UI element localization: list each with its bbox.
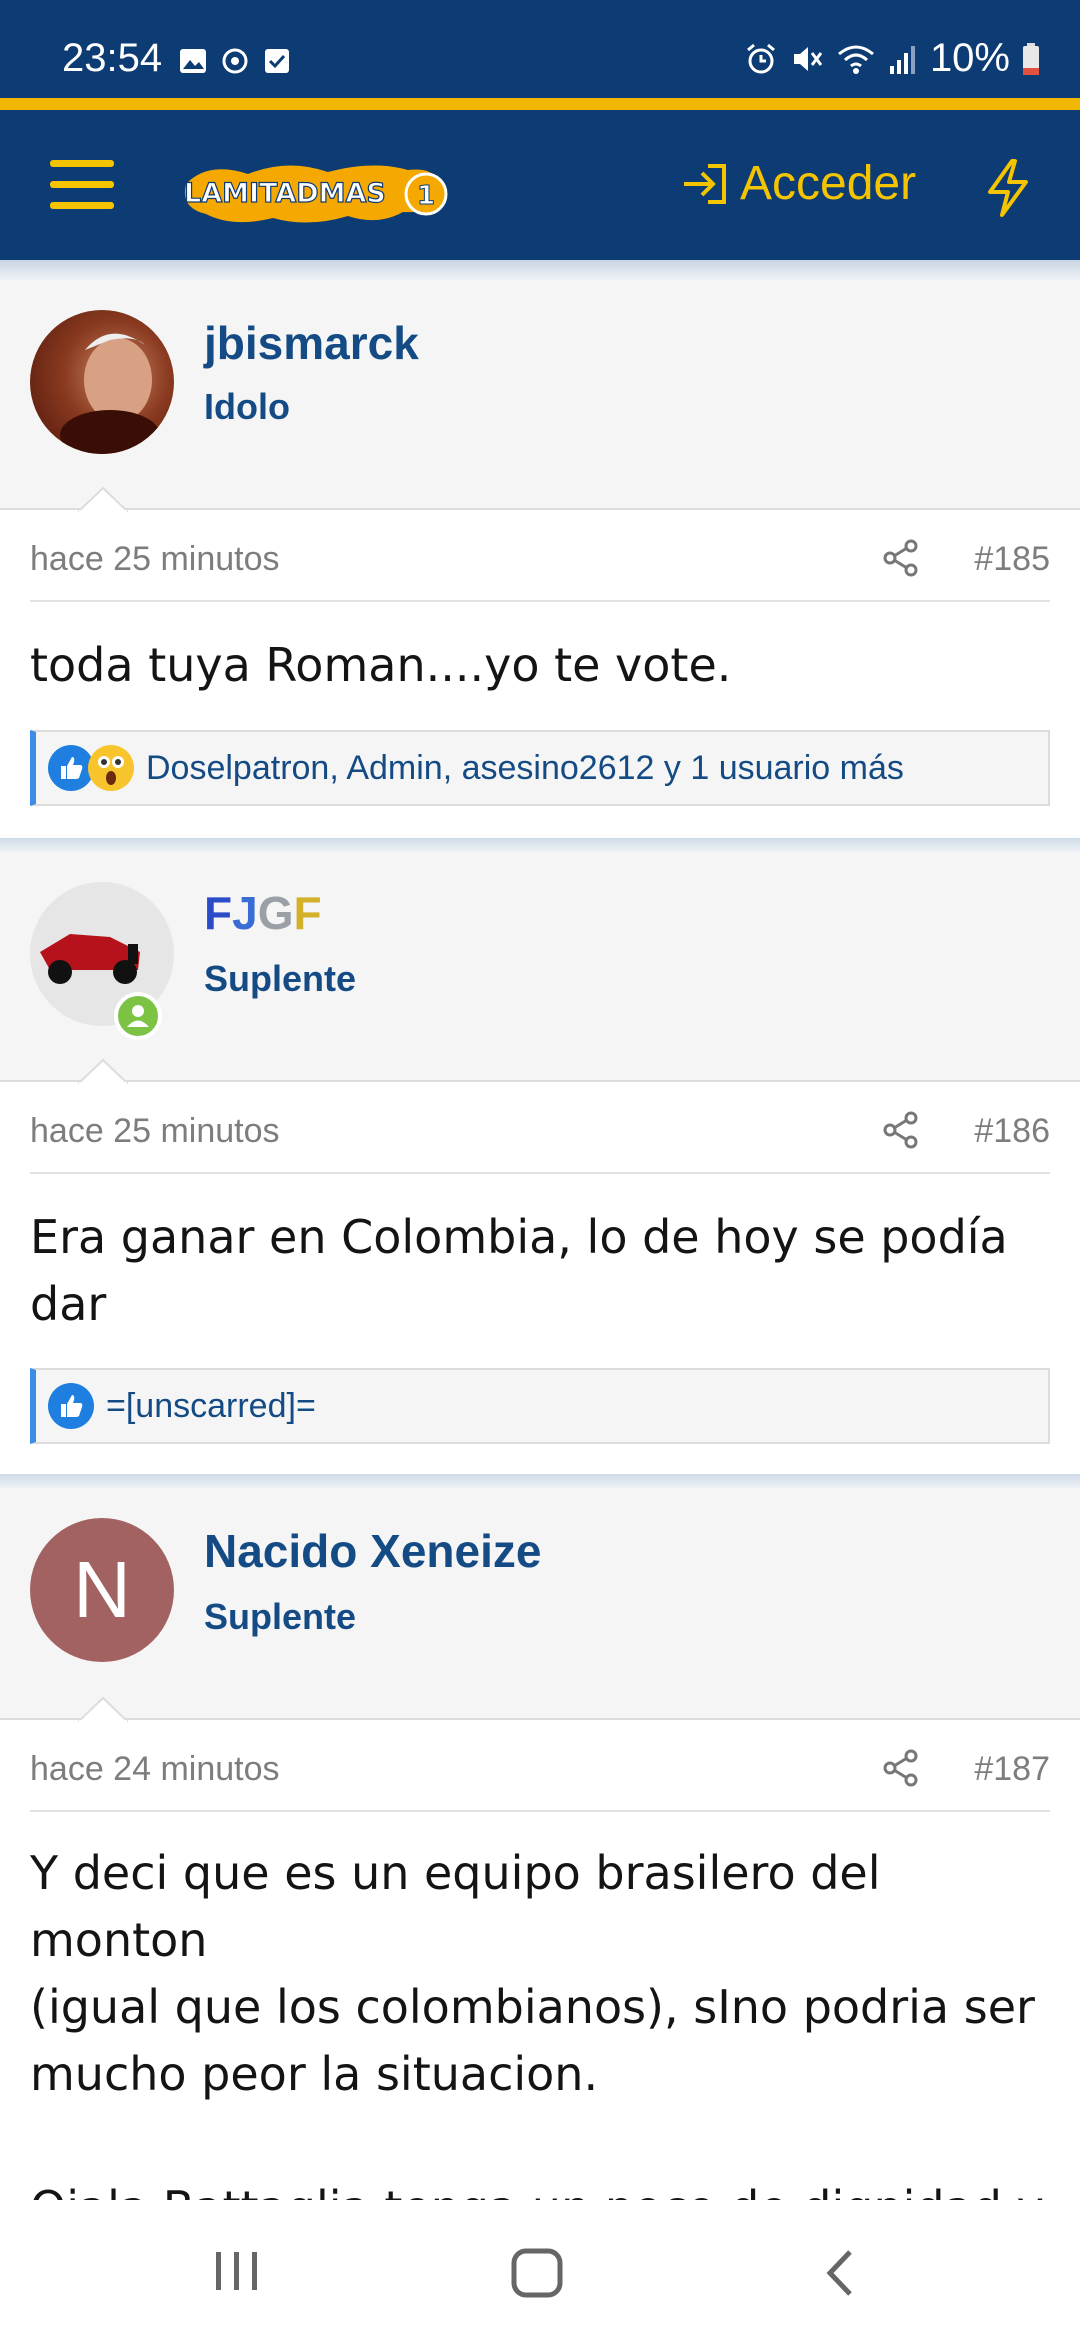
recent-apps-icon[interactable] — [212, 2248, 262, 2294]
post-body-line: mucho peor la situacion. — [30, 2047, 599, 2101]
lightning-icon[interactable] — [982, 158, 1034, 218]
post-body-line: Y deci que es un equipo brasilero del mo… — [30, 1846, 881, 1967]
post-body: toda tuya Roman....yo te vote. — [30, 638, 732, 692]
site-logo[interactable]: 1 LAMITADMAS — [178, 146, 458, 226]
post-body: Era ganar en Colombia, lo de hoy se podí… — [30, 1210, 1008, 1331]
avatar[interactable]: N — [30, 1518, 174, 1662]
post-number[interactable]: #186 — [974, 1112, 1050, 1151]
reaction-users[interactable]: =[unscarred]= — [106, 1387, 316, 1426]
username[interactable]: jbismarck — [204, 316, 419, 370]
logo-splash: 1 LAMITADMAS — [183, 165, 448, 223]
post-date[interactable]: hace 25 minutos — [30, 1112, 280, 1151]
post-user-block: N Nacido Xeneize Suplente — [0, 1488, 1080, 1722]
pointer-notch — [78, 1058, 128, 1084]
post-separator — [0, 838, 1080, 852]
status-bar: 23:54 10% — [0, 0, 1080, 98]
post-body-line — [30, 2108, 1050, 2175]
avatar-letter: N — [73, 1545, 131, 1634]
post-meta: hace 25 minutos #186 — [30, 1084, 1050, 1174]
alarm-icon — [746, 43, 775, 73]
home-icon[interactable] — [510, 2248, 566, 2298]
header-shadow — [0, 260, 1080, 280]
menu-icon[interactable] — [50, 160, 114, 214]
checkbox-icon — [265, 49, 289, 73]
post-separator — [0, 1474, 1080, 1488]
status-time: 23:54 — [62, 36, 163, 80]
post-meta: hace 25 minutos #185 — [30, 512, 1050, 602]
wifi-icon — [837, 45, 874, 74]
battery-icon — [1023, 42, 1039, 75]
post-number[interactable]: #185 — [974, 540, 1050, 579]
reaction-users[interactable]: Doselpatron, Admin, asesino2612 y 1 usua… — [146, 749, 904, 788]
image-icon — [180, 49, 206, 73]
app-header: 1 LAMITADMAS Acceder — [0, 110, 1080, 260]
login-label: Acceder — [740, 157, 917, 210]
share-icon[interactable] — [882, 538, 920, 578]
mute-icon — [793, 46, 823, 71]
post-body: Y deci que es un equipo brasilero del mo… — [30, 1840, 1050, 2200]
avatar[interactable] — [30, 310, 174, 454]
post-185: jbismarck Idolo hace 25 minutos #185 tod… — [0, 280, 1080, 840]
post-body-line: Ojala Battaglia tenga un poco de dignida… — [30, 2175, 1050, 2200]
username[interactable]: Nacido Xeneize — [204, 1524, 541, 1578]
post-date[interactable]: hace 25 minutos — [30, 540, 280, 579]
online-badge-icon — [114, 992, 162, 1040]
login-icon — [684, 163, 726, 204]
logo-text: LAMITADMAS — [184, 178, 386, 209]
user-role: Suplente — [204, 1596, 357, 1637]
post-number[interactable]: #187 — [974, 1750, 1050, 1789]
post-user-block: FJGF Suplente — [0, 852, 1080, 1084]
battery-percent: 10% — [929, 36, 1010, 80]
reactions-bar[interactable]: Doselpatron, Admin, asesino2612 y 1 usua… — [30, 730, 1050, 806]
post-187: N Nacido Xeneize Suplente hace 24 minuto… — [0, 1488, 1080, 2200]
wow-icon — [88, 745, 134, 791]
svg-text:1: 1 — [417, 181, 435, 211]
share-icon[interactable] — [882, 1110, 920, 1150]
sync-icon — [222, 48, 248, 74]
share-icon[interactable] — [882, 1748, 920, 1788]
post-186: FJGF Suplente hace 25 minutos #186 Era g… — [0, 852, 1080, 1472]
back-icon[interactable] — [822, 2248, 858, 2298]
like-icon — [48, 1383, 94, 1429]
username[interactable]: FJGF — [204, 886, 322, 940]
pointer-notch — [78, 486, 128, 512]
pointer-notch — [78, 1696, 128, 1722]
post-meta: hace 24 minutos #187 — [30, 1722, 1050, 1812]
user-role: Suplente — [204, 958, 357, 999]
system-nav-bar — [0, 2200, 1080, 2340]
user-role: Idolo — [204, 386, 290, 427]
post-date[interactable]: hace 24 minutos — [30, 1750, 280, 1789]
login-button[interactable]: Acceder — [680, 156, 916, 211]
post-user-block: jbismarck Idolo — [0, 280, 1080, 512]
header-accent-line — [0, 98, 1080, 110]
post-body-line: (igual que los colombianos), sIno podria… — [30, 1980, 1035, 2034]
reactions-bar[interactable]: =[unscarred]= — [30, 1368, 1050, 1444]
signal-icon — [889, 45, 915, 74]
